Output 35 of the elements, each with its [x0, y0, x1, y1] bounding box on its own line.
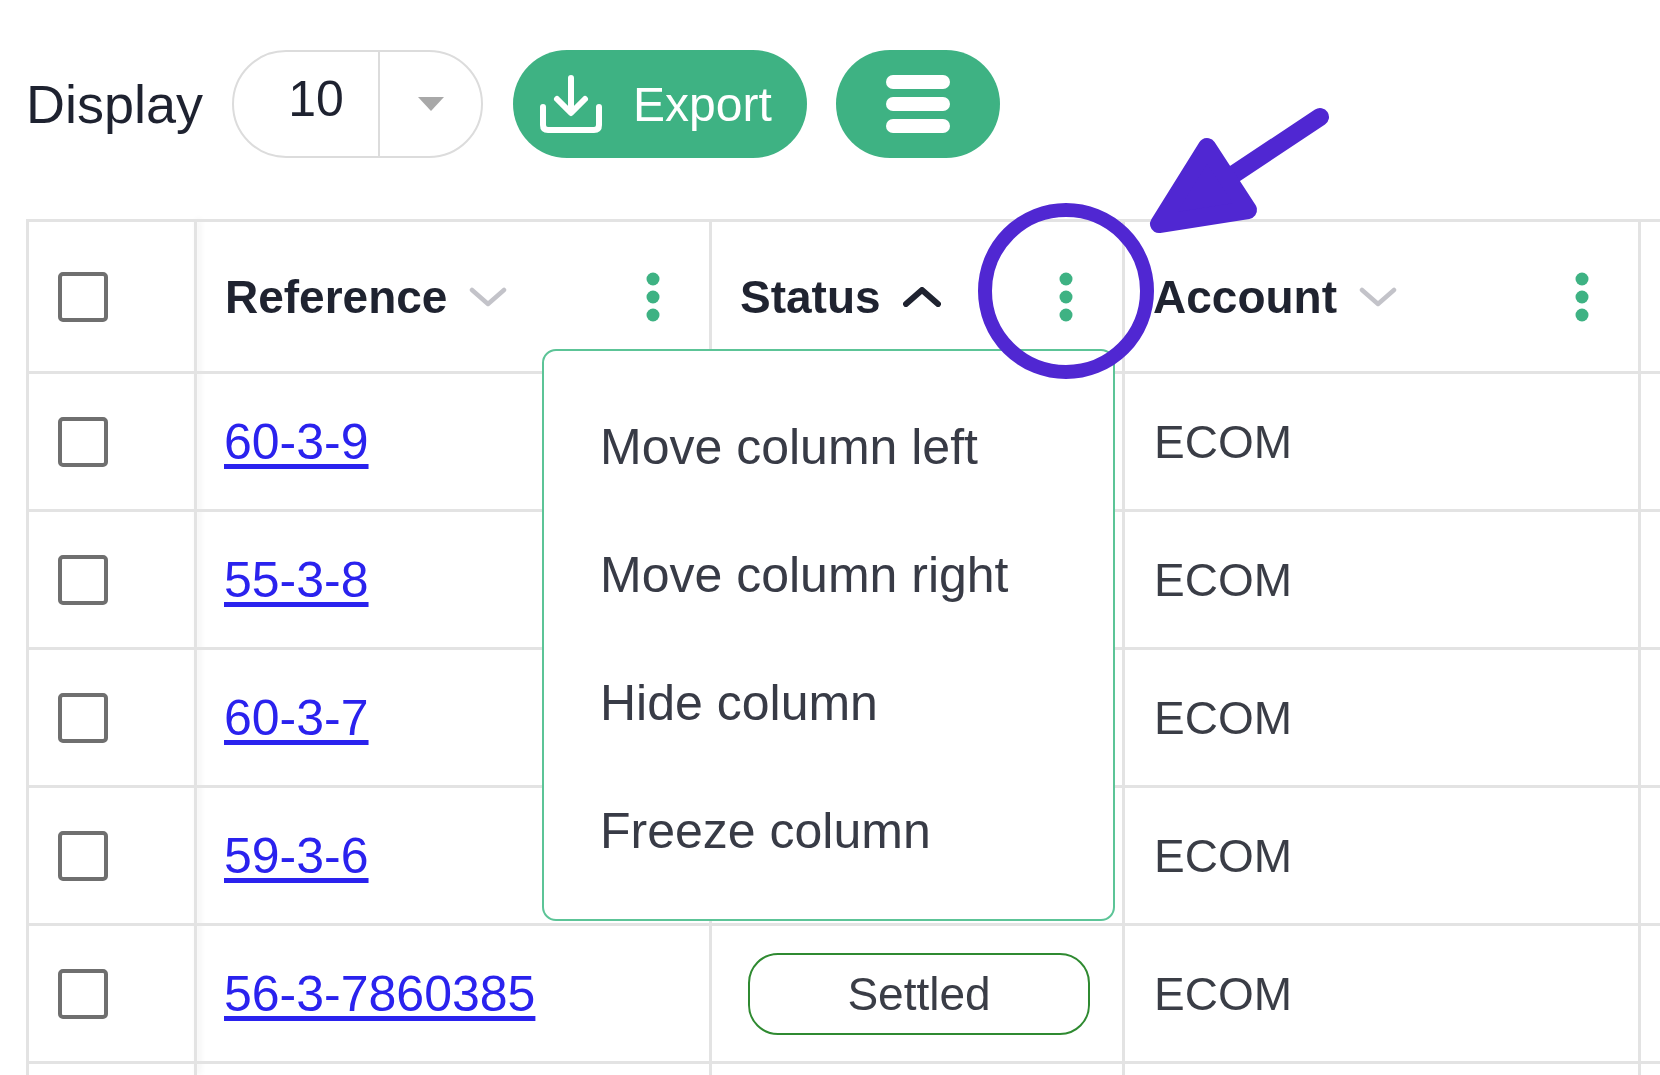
checkbox[interactable]: [58, 830, 108, 881]
menu-icon: [886, 75, 951, 133]
kebab-icon: [1059, 271, 1073, 322]
reference-link[interactable]: 59-3-6: [224, 826, 369, 885]
checkbox[interactable]: [58, 692, 108, 743]
table-cell-text: ECOM: [1153, 828, 1293, 884]
checkbox[interactable]: [58, 416, 108, 467]
menu-item[interactable]: Move column left: [544, 383, 1113, 511]
download-icon: [539, 74, 604, 134]
table-cell-text: ECOM: [1153, 552, 1293, 608]
table-cell-text: ECOM: [1153, 690, 1293, 746]
reference-link[interactable]: 60-3-7: [224, 688, 369, 747]
reference-link[interactable]: 56-3-7860385: [224, 964, 536, 1023]
reference-link[interactable]: 60-3-9: [224, 412, 369, 471]
column-menu-button[interactable]: [1059, 271, 1073, 322]
column-title: Status: [740, 269, 881, 324]
column-menu-button[interactable]: [646, 271, 660, 322]
column-title: Reference: [225, 269, 448, 324]
menu-item[interactable]: Move column right: [544, 511, 1113, 639]
page-size-select[interactable]: 10: [232, 50, 484, 158]
kebab-icon: [646, 271, 660, 322]
checkbox[interactable]: [58, 554, 108, 605]
checkbox[interactable]: [58, 968, 108, 1019]
menu-item[interactable]: Hide column: [544, 639, 1113, 767]
kebab-icon: [1575, 271, 1589, 322]
chevron-up-icon[interactable]: [902, 286, 941, 307]
status-badge: Settled: [748, 952, 1090, 1035]
column-menu-button[interactable]: [1575, 271, 1589, 322]
table-cell-text: ECOM: [1153, 966, 1293, 1022]
caret-down-icon: [417, 97, 444, 111]
checkbox[interactable]: [58, 271, 108, 322]
column-title: Account: [1153, 269, 1337, 324]
reference-link[interactable]: 55-3-8: [224, 550, 369, 609]
menu-item[interactable]: Freeze column: [544, 767, 1113, 895]
table-cell-text: ECOM: [1153, 414, 1293, 470]
